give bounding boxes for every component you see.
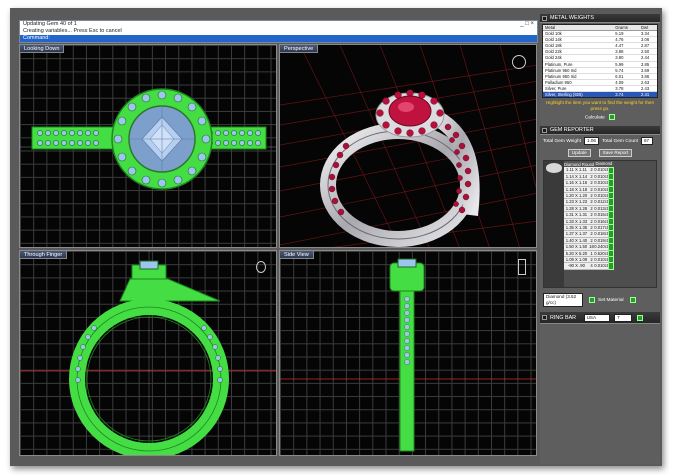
gem-cell: 1.37 X 1.37: [564, 230, 589, 238]
select-gem-button[interactable]: [608, 262, 615, 270]
table-cell: 3.74: [613, 91, 640, 98]
gem-cell: 0.010ct: [594, 186, 609, 193]
gem-cell: 0.010ct: [594, 256, 609, 264]
viewport-title[interactable]: Side View: [280, 251, 314, 259]
calculate-label: Calculate: [584, 115, 605, 121]
gem-cell: 1.28 X 1.28: [564, 205, 589, 213]
viewport-perspective[interactable]: Perspective: [279, 44, 537, 248]
metal-weights-header[interactable]: METAL WEIGHTS: [540, 14, 660, 23]
calculate-button[interactable]: [609, 114, 616, 121]
gem-cell: 0.015ct: [594, 211, 609, 219]
gem-cell: 1.50 X 1.50: [564, 243, 589, 251]
gem-cell: 0.018ct: [594, 230, 609, 238]
gem-cell: 1.20 X 1.20: [564, 192, 589, 200]
save-report-button[interactable]: Save Report: [598, 149, 633, 158]
viewport-title[interactable]: Perspective: [280, 45, 319, 53]
right-panel: METAL WEIGHTS Metal Grams Dwt Gold 10k 5.19…: [540, 14, 660, 464]
update-button[interactable]: Update: [567, 149, 591, 158]
table-row[interactable]: Silver, Sterling (925) 3.74 2.41: [543, 91, 657, 98]
viewport-side[interactable]: Side View: [279, 250, 537, 456]
view-cube-icon[interactable]: [256, 261, 266, 273]
gem-reporter-header[interactable]: GEM REPORTER: [540, 126, 660, 136]
gem-cell: 0.010ct: [594, 173, 609, 181]
ring-size-select[interactable]: 7: [614, 314, 633, 323]
command-line-2: Creating variables... Press Esc to cance…: [23, 27, 122, 34]
viewport-front[interactable]: Through Finger: [19, 250, 277, 456]
collapse-icon[interactable]: [542, 128, 547, 134]
collapse-icon[interactable]: [542, 16, 547, 21]
command-prompt[interactable]: Command:: [20, 35, 537, 42]
gem-cell: 1.33 X 1.33: [564, 218, 589, 225]
window-controls[interactable]: _ □ ×: [520, 21, 534, 28]
collapse-icon[interactable]: [542, 315, 547, 321]
diamond-thumbnail-icon: [546, 163, 562, 174]
gem-cell: 5.20 X 5.20: [564, 250, 589, 258]
gem-cell: 0.010ct: [594, 179, 609, 187]
table-cell: Silver, Sterling (925): [543, 91, 614, 98]
gem-cell: 0.012ct: [594, 198, 609, 206]
top-view-wireframe: [20, 88, 276, 190]
gem-cell: 0.240ct: [594, 243, 609, 251]
region-select[interactable]: USA: [583, 314, 610, 323]
set-material-button[interactable]: [629, 297, 636, 304]
gem-cell: 1.18 X 1.18: [564, 186, 589, 193]
gem-cell: 0.010ct: [594, 167, 609, 174]
gem-cell: 1.23 X 1.23: [564, 198, 589, 206]
viewport-title[interactable]: Looking Down: [20, 45, 65, 53]
gem-cell: 1.14 X 1.14: [564, 173, 589, 181]
gem-cell: 0.010ct: [594, 192, 609, 200]
calculate-row: Calculate: [540, 114, 660, 120]
gem-actions-row: Update Save Report: [540, 147, 660, 159]
gem-cell: 0.013ct: [594, 205, 609, 213]
front-view-wireframe: [20, 251, 276, 455]
command-history[interactable]: _ □ × Updating Gem 40 of 1 Creating vari…: [19, 20, 538, 43]
ring-bar-header[interactable]: RING BAR USA 7: [540, 312, 660, 325]
side-view-wireframe: [280, 258, 536, 452]
gem-thumbnail-column: [544, 161, 564, 288]
gem-cell: 1.31 X 1.31: [564, 211, 589, 219]
gem-cell: 0.016ct: [594, 218, 609, 225]
set-material-label: Set Material: [598, 297, 624, 303]
list-item[interactable]: -90 X .90 4 0.010ct: [564, 262, 615, 270]
gem-cell: 1.11 X 1.11: [564, 167, 589, 174]
total-weight-field[interactable]: 1.06: [584, 137, 599, 146]
material-select[interactable]: Diamond (3.52 g/cc): [543, 293, 583, 308]
view-cube-icon[interactable]: [512, 55, 526, 69]
viewport-top[interactable]: Looking Down: [19, 44, 277, 248]
metal-weights-table[interactable]: Metal Grams Dwt Gold 10k 5.19 3.34 Gold 14k 4.…: [542, 24, 658, 99]
ring-bar-go-button[interactable]: [636, 314, 643, 321]
gem-cell: 0.520ct: [594, 250, 609, 258]
gem-cell: 1.09 X 1.09: [564, 256, 589, 264]
gem-cell: 1.35 X 1.35: [564, 224, 589, 232]
gem-list[interactable]: Diamond Round Diamond 1.11 X 1.11 2 0.010ct…: [543, 160, 657, 289]
gem-cell: 0.010ct: [594, 262, 609, 270]
view-cube-icon[interactable]: [518, 259, 526, 275]
list-item[interactable]: 1.50 X 1.50 18 0.240ct: [564, 243, 615, 251]
viewport-title[interactable]: Through Finger: [20, 251, 68, 259]
gem-cell: 1.16 X 1.16: [564, 179, 589, 187]
gem-cell: 0.019ct: [594, 237, 609, 245]
gem-cell: -90 X .90: [564, 262, 589, 270]
material-row: Diamond (3.52 g/cc) Set Material: [540, 291, 660, 309]
metal-weights-note: Highlight the item you want to find the …: [545, 100, 655, 112]
material-apply-button[interactable]: [589, 297, 595, 304]
total-count-field[interactable]: 67: [641, 137, 653, 146]
gem-cell: 0.017ct: [594, 224, 609, 232]
ring-render: [320, 89, 480, 247]
gem-cell: 1.40 X 1.40: [564, 237, 589, 245]
table-cell: 2.41: [639, 91, 657, 98]
gem-totals-row: Total Gem Weight 1.06 Total Gem Count 67: [540, 135, 660, 147]
